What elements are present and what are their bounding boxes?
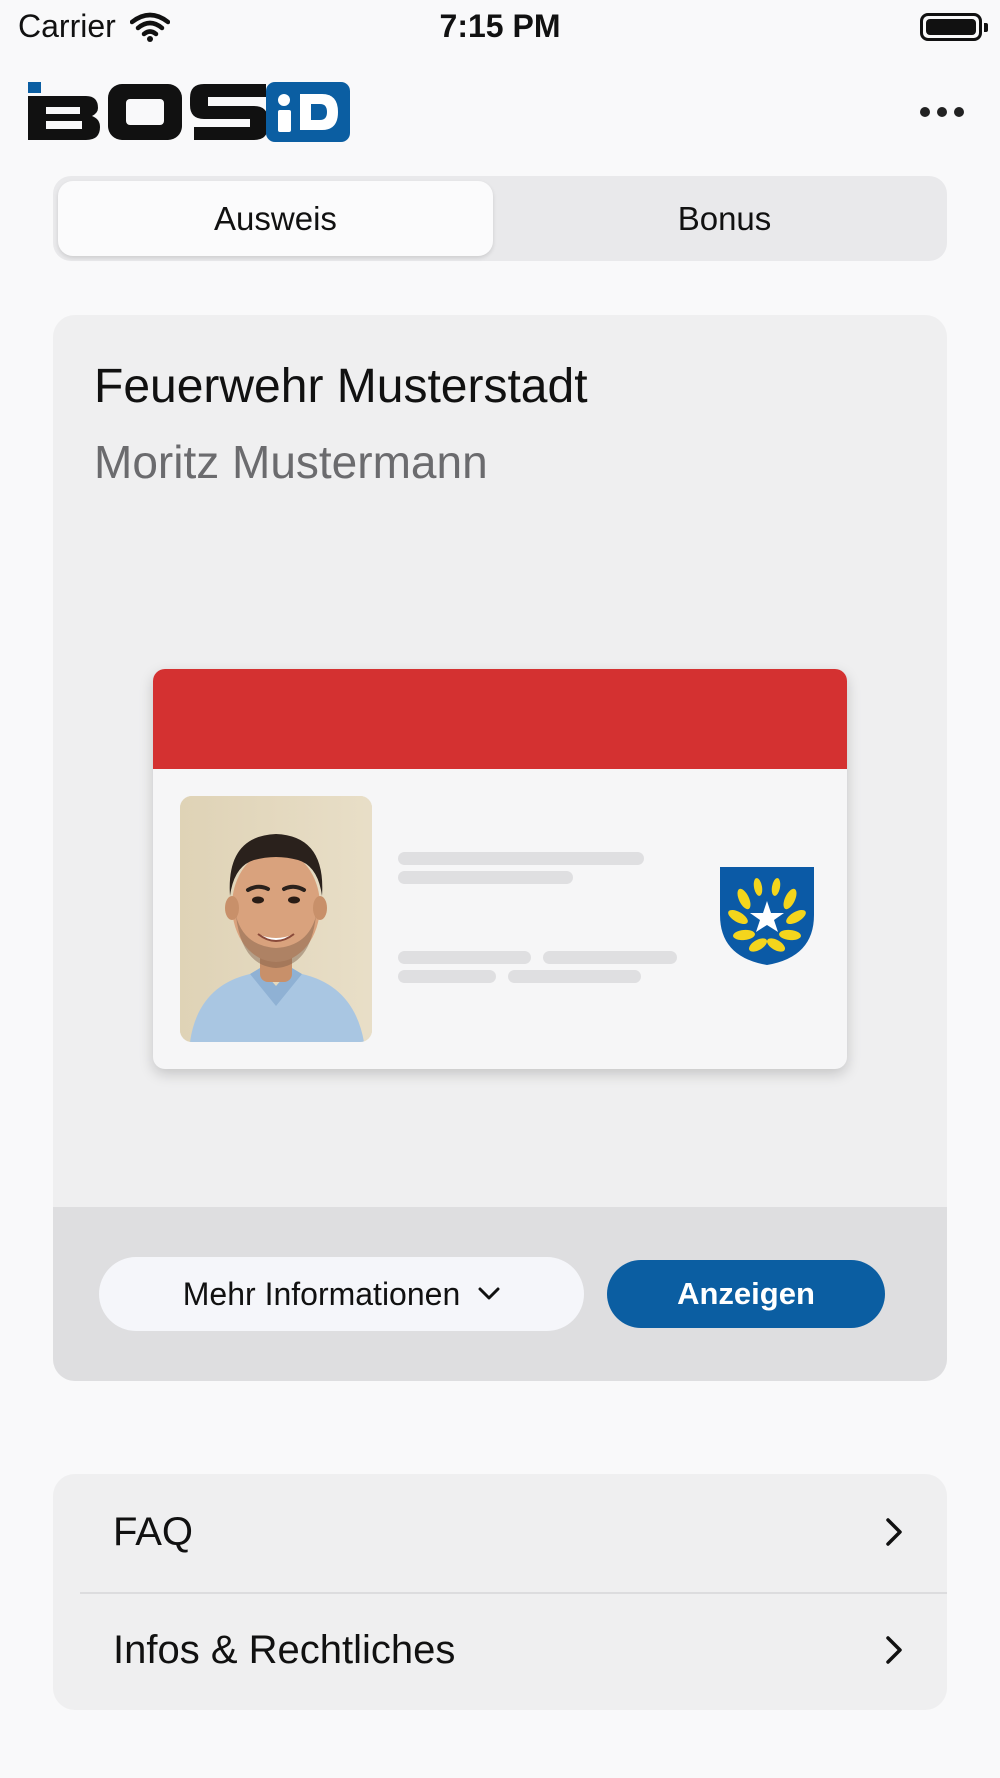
- chevron-down-icon: [478, 1287, 500, 1300]
- status-bar: Carrier 7:15 PM: [0, 0, 1000, 56]
- placeholder-line: [398, 970, 496, 983]
- card-actions: Mehr Informationen Anzeigen: [53, 1207, 947, 1381]
- segmented-control: Ausweis Bonus: [53, 176, 947, 261]
- list-item-infos-rechtliches[interactable]: Infos & Rechtliches: [53, 1592, 947, 1710]
- placeholder-line: [398, 951, 531, 964]
- more-information-button[interactable]: Mehr Informationen: [99, 1257, 584, 1331]
- id-card-preview: [153, 669, 847, 1069]
- battery-icon: [920, 13, 988, 41]
- id-card-panel: Feuerwehr Musterstadt Moritz Mustermann: [53, 315, 947, 1381]
- chevron-right-icon: [886, 1518, 902, 1546]
- list-item-label: FAQ: [113, 1510, 194, 1554]
- list-item-faq[interactable]: FAQ: [53, 1474, 947, 1592]
- placeholder-line: [543, 951, 677, 964]
- tab-bonus[interactable]: Bonus: [507, 181, 942, 256]
- show-id-button[interactable]: Anzeigen: [607, 1260, 885, 1328]
- tab-ausweis[interactable]: Ausweis: [58, 181, 493, 256]
- ellipsis-icon: [920, 107, 930, 117]
- placeholder-line: [398, 871, 573, 884]
- more-information-label: Mehr Informationen: [182, 1275, 461, 1312]
- more-options-button[interactable]: [912, 94, 972, 130]
- placeholder-line: [508, 970, 641, 983]
- status-time: 7:15 PM: [439, 8, 561, 44]
- organization-title: Feuerwehr Musterstadt: [94, 360, 588, 413]
- id-card-header-band: [153, 669, 847, 769]
- bos-id-logo: [28, 82, 350, 142]
- holder-name: Moritz Mustermann: [94, 436, 488, 488]
- info-list: FAQ Infos & Rechtliches: [53, 1474, 947, 1710]
- placeholder-line: [398, 852, 644, 865]
- list-item-label: Infos & Rechtliches: [113, 1628, 456, 1672]
- chevron-right-icon: [886, 1636, 902, 1664]
- profile-photo: [180, 796, 372, 1042]
- coat-of-arms-icon: [720, 867, 814, 965]
